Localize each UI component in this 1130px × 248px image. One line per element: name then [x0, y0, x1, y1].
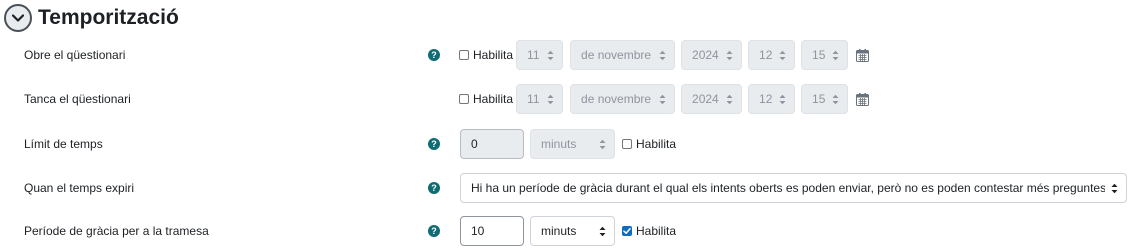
grace-period-label: Període de gràcia per a la tramesa [24, 224, 209, 238]
open-quiz-row: Obre el qüestionari ? Habilita 11 de nov… [0, 38, 1130, 72]
time-limit-label: Límit de temps [24, 137, 103, 151]
open-month-select[interactable]: de novembre [570, 40, 676, 70]
section-title: Temporització [38, 6, 179, 29]
select-arrows-icon [599, 139, 606, 150]
select-arrows-icon [599, 226, 606, 237]
time-limit-input[interactable]: 0 [460, 129, 524, 159]
open-day-select[interactable]: 11 [516, 40, 564, 70]
select-arrows-icon [726, 94, 733, 105]
open-month-value: de novembre [581, 48, 652, 62]
collapse-toggle-button[interactable] [4, 4, 32, 32]
section-header: Temporització [4, 4, 179, 32]
calendar-icon[interactable] [856, 92, 870, 106]
close-hour-select[interactable]: 12 [748, 84, 796, 114]
checkmark-icon [623, 228, 631, 234]
open-enable-checkbox-wrap[interactable]: Habilita [459, 48, 513, 62]
open-minute-select[interactable]: 15 [801, 40, 849, 70]
open-hour-value: 12 [759, 48, 773, 62]
close-quiz-label: Tanca el qüestionari [24, 92, 131, 106]
grace-period-value: 10 [471, 224, 485, 238]
open-year-value: 2024 [692, 48, 719, 62]
time-limit-unit-value: minuts [541, 137, 577, 151]
open-enable-checkbox[interactable] [459, 50, 469, 60]
expiry-controls: Hi ha un període de gràcia durant el qua… [460, 171, 1127, 205]
close-day-value: 11 [527, 92, 540, 106]
close-month-value: de novembre [581, 92, 652, 106]
close-enable-checkbox-wrap[interactable]: Habilita [459, 92, 513, 106]
select-arrows-icon [726, 50, 733, 61]
select-arrows-icon [1111, 183, 1118, 194]
select-arrows-icon [832, 94, 839, 105]
close-enable-checkbox[interactable] [459, 94, 469, 104]
open-minute-value: 15 [812, 48, 826, 62]
close-month-select[interactable]: de novembre [570, 84, 676, 114]
open-quiz-controls: Habilita 11 de novembre 2024 12 15 [459, 38, 870, 72]
close-quiz-controls: Habilita 11 de novembre 2024 12 15 [459, 82, 870, 116]
open-enable-label: Habilita [473, 48, 514, 62]
expiry-row: Quan el temps expiri ? Hi ha un període … [0, 171, 1130, 205]
help-icon[interactable]: ? [428, 138, 440, 150]
close-minute-select[interactable]: 15 [801, 84, 849, 114]
close-year-select[interactable]: 2024 [681, 84, 743, 114]
time-limit-row: Límit de temps ? 0 minuts Habilita [0, 127, 1130, 161]
open-day-value: 11 [527, 48, 540, 62]
grace-period-enable-label: Habilita [636, 224, 677, 238]
calendar-icon[interactable] [856, 48, 870, 62]
grace-period-controls: 10 minuts Habilita [460, 214, 676, 248]
open-year-select[interactable]: 2024 [681, 40, 743, 70]
time-limit-enable-checkbox[interactable] [622, 139, 632, 149]
close-quiz-row: Tanca el qüestionari Habilita 11 de nove… [0, 82, 1130, 116]
open-hour-select[interactable]: 12 [748, 40, 796, 70]
chevron-down-icon [12, 14, 24, 22]
select-arrows-icon [547, 94, 554, 105]
expiry-value: Hi ha un període de gràcia durant el qua… [471, 181, 1105, 195]
close-minute-value: 15 [812, 92, 826, 106]
time-limit-controls: 0 minuts Habilita [460, 127, 676, 161]
help-icon[interactable]: ? [428, 49, 440, 61]
grace-period-input[interactable]: 10 [460, 216, 524, 246]
grace-period-unit-select[interactable]: minuts [530, 216, 615, 246]
select-arrows-icon [832, 50, 839, 61]
select-arrows-icon [547, 50, 554, 61]
grace-period-enable-checkbox[interactable] [622, 226, 632, 236]
close-year-value: 2024 [692, 92, 719, 106]
time-limit-unit-select[interactable]: minuts [530, 129, 615, 159]
grace-period-row: Període de gràcia per a la tramesa ? 10 … [0, 214, 1130, 248]
close-day-select[interactable]: 11 [516, 84, 564, 114]
time-limit-enable-wrap[interactable]: Habilita [622, 137, 676, 151]
close-enable-label: Habilita [473, 92, 514, 106]
grace-period-unit-value: minuts [541, 224, 577, 238]
time-limit-value: 0 [471, 137, 478, 151]
grace-period-enable-wrap[interactable]: Habilita [622, 224, 676, 238]
select-arrows-icon [779, 94, 786, 105]
help-icon[interactable]: ? [428, 182, 440, 194]
select-arrows-icon [659, 50, 666, 61]
select-arrows-icon [659, 94, 666, 105]
expiry-select[interactable]: Hi ha un període de gràcia durant el qua… [460, 173, 1127, 203]
help-icon[interactable]: ? [428, 225, 440, 237]
open-quiz-label: Obre el qüestionari [24, 48, 126, 62]
time-limit-enable-label: Habilita [636, 137, 677, 151]
close-hour-value: 12 [759, 92, 773, 106]
expiry-label: Quan el temps expiri [24, 181, 135, 195]
select-arrows-icon [779, 50, 786, 61]
